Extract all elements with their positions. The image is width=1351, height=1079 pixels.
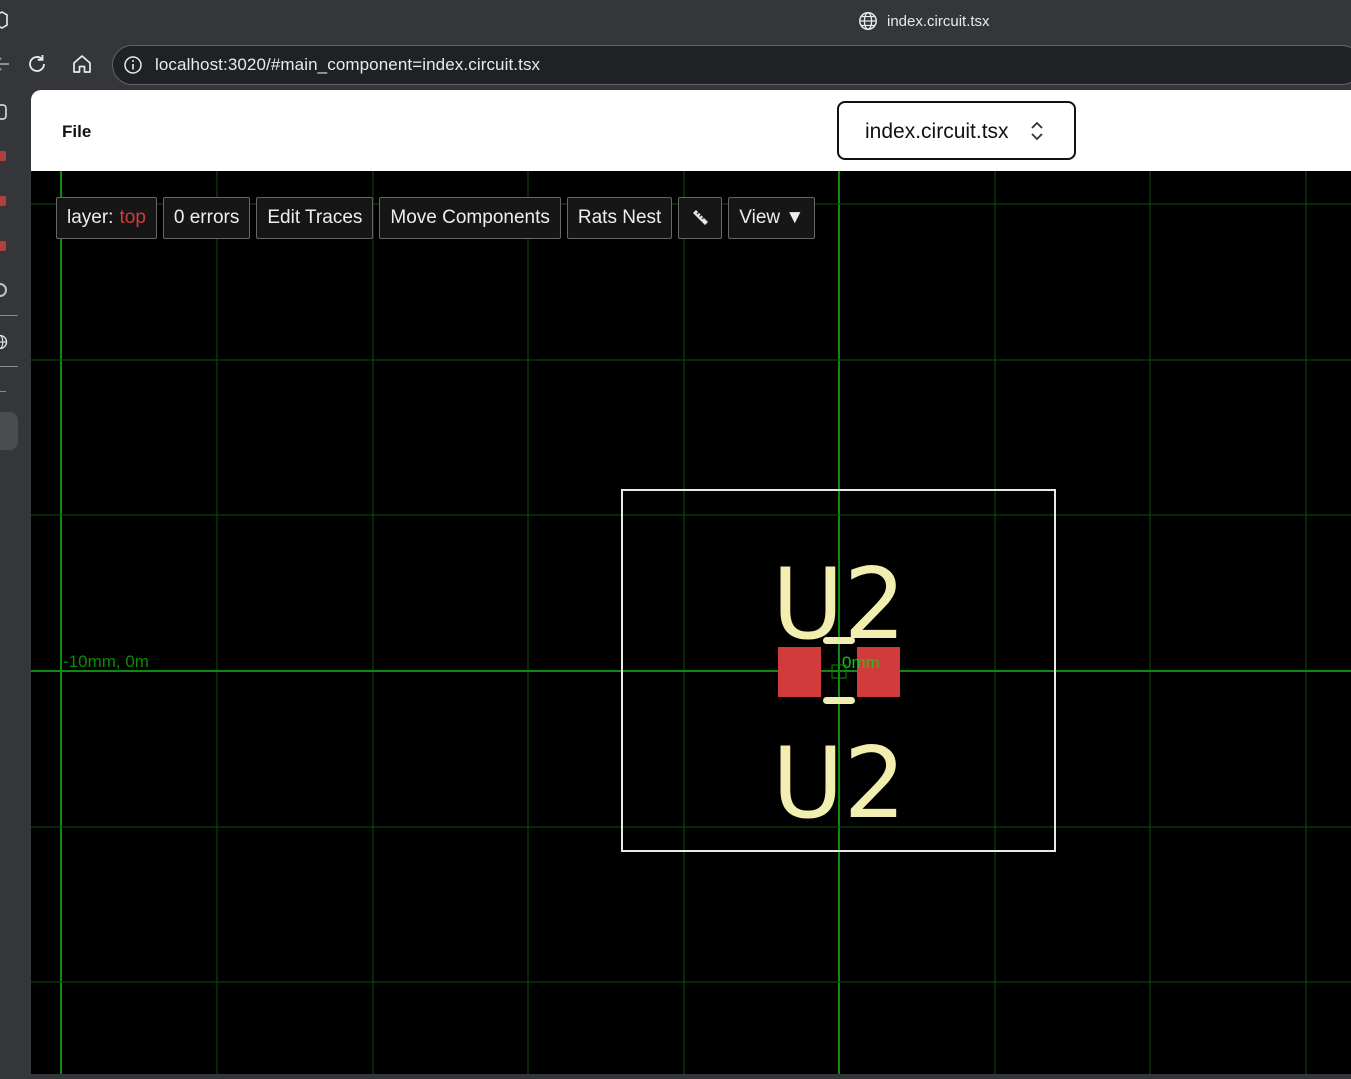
layer-button[interactable]: layer: top	[56, 197, 157, 239]
grid-lines	[31, 171, 1351, 1074]
arrow-left-icon	[0, 57, 9, 71]
home-icon	[73, 55, 91, 73]
rats-nest-button[interactable]: Rats Nest	[566, 197, 673, 239]
extension-icon[interactable]	[0, 11, 8, 29]
errors-button[interactable]: 0 errors	[162, 197, 251, 239]
layer-label: layer:	[67, 207, 114, 228]
move-components-button[interactable]: Move Components	[379, 197, 561, 239]
reload-icon	[29, 55, 45, 72]
url-text: localhost:3020/#main_component=index.cir…	[155, 55, 541, 74]
file-menu[interactable]: File	[62, 122, 91, 142]
bookmark-icon[interactable]	[0, 104, 8, 120]
pcb-toolbar: layer: top 0 errors Edit Traces Move Com…	[56, 197, 816, 239]
component-label-top: U2	[772, 548, 906, 662]
site-info-icon[interactable]	[123, 55, 143, 75]
cursor-coordinate-text: -10mm, 0m	[63, 652, 149, 671]
view-menu-button[interactable]: View ▼	[728, 197, 816, 239]
tab-bar: index.circuit.tsx	[0, 0, 1351, 42]
side-panel	[0, 90, 31, 1079]
side-separator	[0, 391, 6, 392]
pad-left	[778, 647, 821, 697]
origin-coordinate-text: 0mm	[842, 653, 880, 672]
app-icon[interactable]	[0, 148, 8, 164]
globe-icon	[859, 12, 877, 30]
globe-icon[interactable]	[0, 334, 8, 350]
window-bottom-edge	[31, 1074, 1351, 1079]
ruler-icon	[693, 210, 709, 225]
reload-button[interactable]	[23, 50, 51, 78]
silkscreen-mark-top	[823, 637, 855, 644]
menu-bar: File index.circuit.tsx	[31, 90, 1351, 171]
chevron-up-down-icon	[1031, 121, 1043, 141]
app-icon[interactable]	[0, 238, 8, 254]
side-active-item[interactable]	[0, 412, 18, 450]
browser-tab[interactable]: index.circuit.tsx	[858, 8, 990, 34]
measure-button[interactable]	[678, 197, 723, 239]
pcb-viewer-app: File index.circuit.tsx -10mm, 0m U2 U2 0…	[31, 90, 1351, 1074]
app-icon[interactable]	[0, 193, 8, 209]
edit-traces-button[interactable]: Edit Traces	[256, 197, 374, 239]
layer-value: top	[119, 207, 146, 228]
address-bar[interactable]: localhost:3020/#main_component=index.cir…	[112, 45, 1351, 85]
file-select-value: index.circuit.tsx	[865, 120, 1009, 143]
side-separator	[0, 366, 18, 367]
component-label-bottom: U2	[772, 727, 906, 841]
pcb-render: -10mm, 0m U2 U2 0mm	[31, 171, 1351, 1074]
tab-title: index.circuit.tsx	[887, 12, 990, 30]
back-button[interactable]	[0, 50, 14, 78]
home-button[interactable]	[68, 50, 96, 78]
side-separator	[0, 315, 18, 316]
circle-icon[interactable]	[0, 282, 8, 298]
silkscreen-mark-bottom	[823, 697, 855, 704]
pcb-canvas[interactable]: -10mm, 0m U2 U2 0mm layer: top 0 errors …	[31, 171, 1351, 1074]
file-select[interactable]: index.circuit.tsx	[837, 101, 1076, 160]
